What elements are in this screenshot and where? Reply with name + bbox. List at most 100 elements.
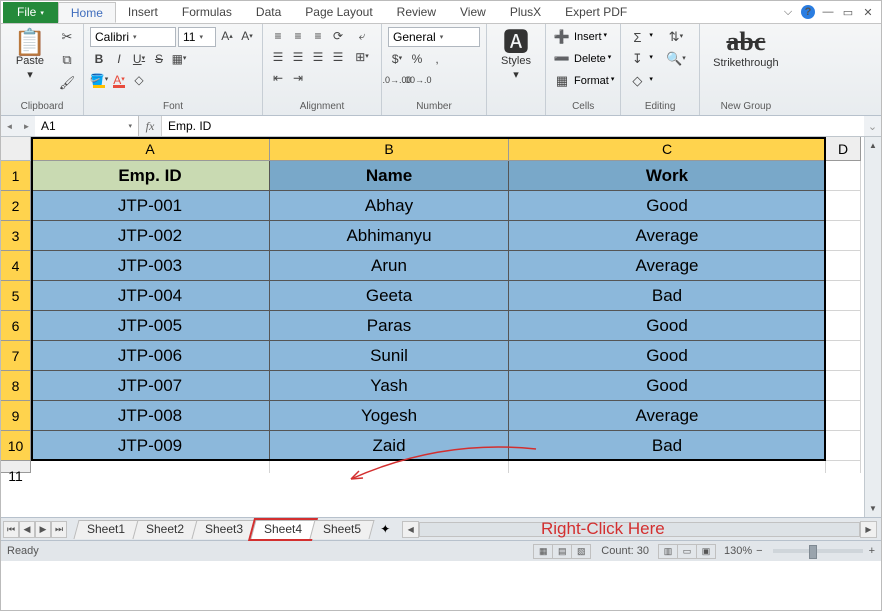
data-cell[interactable]: JTP-006	[31, 341, 270, 371]
data-cell[interactable]: Zaid	[270, 431, 509, 461]
namebox-right[interactable]: ►	[18, 116, 35, 136]
align-top-icon[interactable]: ≡	[269, 27, 287, 45]
justify-icon[interactable]: ☰	[329, 48, 347, 66]
increase-indent-icon[interactable]: ⇥	[289, 69, 307, 87]
delete-button[interactable]: ➖Delete▾	[552, 49, 614, 69]
view-break-icon[interactable]: ▧	[571, 544, 591, 559]
data-cell[interactable]: Good	[509, 371, 826, 401]
insert-button[interactable]: ➕Insert▾	[552, 27, 614, 47]
col-header-b[interactable]: B	[270, 137, 509, 161]
col-header-a[interactable]: A	[31, 137, 270, 161]
data-cell[interactable]: JTP-008	[31, 401, 270, 431]
align-right-icon[interactable]: ☰	[309, 48, 327, 66]
tab-page-layout[interactable]: Page Layout	[293, 2, 384, 23]
sheet-tab-3[interactable]: Sheet3	[192, 520, 257, 539]
data-cell[interactable]: Geeta	[270, 281, 509, 311]
tab-formulas[interactable]: Formulas	[170, 2, 244, 23]
zoom-slider[interactable]	[773, 549, 863, 553]
data-cell[interactable]: JTP-001	[31, 191, 270, 221]
bold-button[interactable]: B	[90, 50, 108, 68]
copy-icon[interactable]: ⧉	[57, 50, 77, 70]
clear-button[interactable]: ◇▾	[627, 71, 653, 91]
data-cell[interactable]: Arun	[270, 251, 509, 281]
font-family-combo[interactable]: Calibri▾	[90, 27, 176, 47]
prev-sheet-icon[interactable]: ◀	[19, 521, 35, 538]
comma-icon[interactable]: ,	[428, 50, 446, 68]
decrease-indent-icon[interactable]: ⇤	[269, 69, 287, 87]
select-all-corner[interactable]	[1, 137, 31, 161]
number-format-combo[interactable]: General▾	[388, 27, 480, 47]
minimize-ribbon-icon[interactable]: ⌵	[781, 5, 795, 19]
restore-icon[interactable]: ▭	[841, 5, 855, 19]
data-cell[interactable]: Average	[509, 401, 826, 431]
formula-input[interactable]: Emp. ID	[161, 116, 864, 136]
data-cell[interactable]: JTP-009	[31, 431, 270, 461]
tab-data[interactable]: Data	[244, 2, 293, 23]
data-cell[interactable]: Bad	[509, 431, 826, 461]
name-box[interactable]: A1▾	[35, 116, 139, 136]
tab-home[interactable]: Home	[58, 2, 116, 23]
data-cell[interactable]: Sunil	[270, 341, 509, 371]
autosum-button[interactable]: Σ▾	[627, 27, 653, 47]
font-size-combo[interactable]: 11▾	[178, 27, 216, 47]
tab-view[interactable]: View	[448, 2, 498, 23]
view-full-icon[interactable]: ▭	[677, 544, 697, 559]
sheet-tab-1[interactable]: Sheet1	[73, 520, 138, 539]
fx-icon[interactable]: fx	[139, 116, 161, 136]
strike-button[interactable]: S	[150, 50, 168, 68]
align-left-icon[interactable]: ☰	[269, 48, 287, 66]
help-icon[interactable]: ?	[801, 5, 815, 19]
paste-button[interactable]: 📋 Paste ▾	[7, 27, 53, 82]
namebox-left[interactable]: ◄	[1, 116, 18, 136]
fill-color-button[interactable]: 🪣▾	[90, 71, 108, 89]
next-sheet-icon[interactable]: ▶	[35, 521, 51, 538]
sheet-tab-5[interactable]: Sheet5	[310, 520, 375, 539]
data-cell[interactable]: Yash	[270, 371, 509, 401]
data-cell[interactable]: Good	[509, 311, 826, 341]
clear-format-icon[interactable]: ◇	[130, 71, 148, 89]
align-middle-icon[interactable]: ≡	[289, 27, 307, 45]
last-sheet-icon[interactable]: ⏭	[51, 521, 67, 538]
decrease-font-icon[interactable]: A▾	[238, 27, 256, 45]
data-cell[interactable]: JTP-003	[31, 251, 270, 281]
format-button[interactable]: ▦Format▾	[552, 71, 614, 91]
orientation-icon[interactable]: ⟳	[329, 27, 347, 45]
percent-icon[interactable]: %	[408, 50, 426, 68]
tab-review[interactable]: Review	[385, 2, 448, 23]
col-header-c[interactable]: C	[509, 137, 826, 161]
minimize-icon[interactable]: —	[821, 5, 835, 19]
data-cell[interactable]: Good	[509, 191, 826, 221]
data-cell[interactable]: Good	[509, 341, 826, 371]
data-cell[interactable]: Average	[509, 221, 826, 251]
col-header-d[interactable]: D	[826, 137, 861, 161]
view-reading-icon[interactable]: ▣	[696, 544, 716, 559]
border-button[interactable]: ▦▾	[170, 50, 188, 68]
zoom-out-icon[interactable]: −	[756, 545, 762, 557]
view-normal-icon[interactable]: ▦	[533, 544, 553, 559]
data-cell[interactable]: JTP-002	[31, 221, 270, 251]
font-color-button[interactable]: A▾	[110, 71, 128, 89]
styles-button[interactable]: 🅰 Styles ▾	[493, 27, 539, 82]
expand-formula-icon[interactable]: ⌄	[864, 116, 881, 136]
data-cell[interactable]: JTP-005	[31, 311, 270, 341]
decrease-decimal-icon[interactable]: .00→.0	[408, 71, 426, 89]
data-cell[interactable]: Abhay	[270, 191, 509, 221]
currency-icon[interactable]: $▾	[388, 50, 406, 68]
file-tab[interactable]: File	[3, 2, 58, 23]
new-sheet-button[interactable]: ✦	[374, 521, 396, 538]
first-sheet-icon[interactable]: ⏮	[3, 521, 19, 538]
data-cell[interactable]: Average	[509, 251, 826, 281]
view-page-icon[interactable]: ▤	[552, 544, 572, 559]
tab-plusx[interactable]: PlusX	[498, 2, 553, 23]
merge-icon[interactable]: ⊞▾	[349, 48, 375, 66]
underline-button[interactable]: U▾	[130, 50, 148, 68]
find-icon[interactable]: 🔍▾	[659, 49, 693, 69]
align-center-icon[interactable]: ☰	[289, 48, 307, 66]
format-painter-icon[interactable]: 🖌	[57, 73, 77, 93]
strikethrough-button[interactable]: abc Strikethrough	[706, 27, 786, 69]
sheet-tab-2[interactable]: Sheet2	[133, 520, 198, 539]
worksheet-grid[interactable]: A B C D 1 2 3 4 5 6 7 8 9 10 11 Emp. IDN…	[1, 137, 881, 517]
data-cell[interactable]: Yogesh	[270, 401, 509, 431]
data-cell[interactable]: JTP-004	[31, 281, 270, 311]
vertical-scrollbar[interactable]: ▲ ▼	[864, 137, 881, 517]
